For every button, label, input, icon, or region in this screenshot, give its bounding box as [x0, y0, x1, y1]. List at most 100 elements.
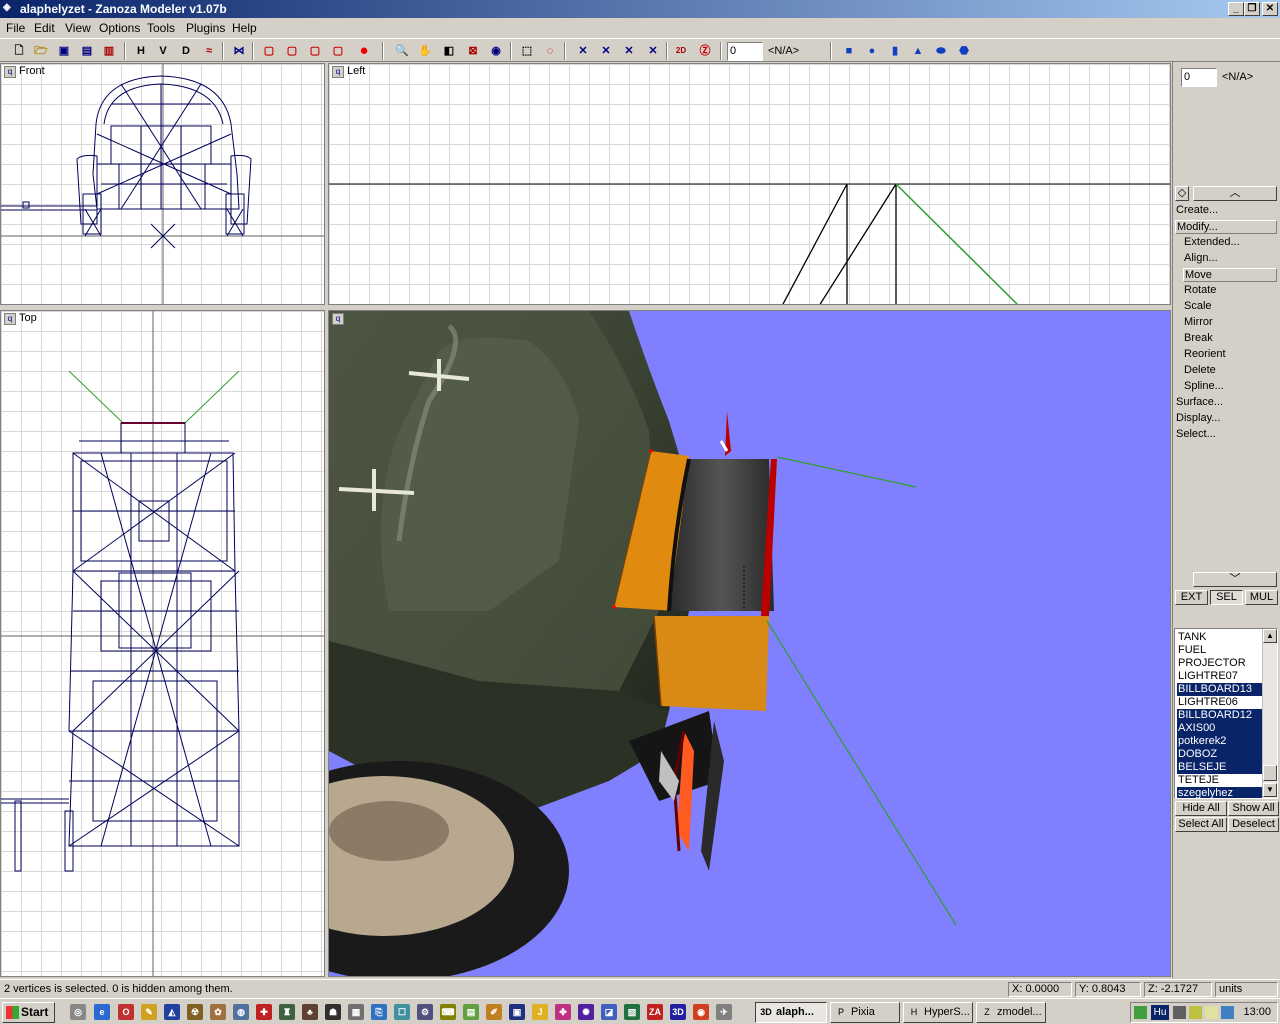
tray-app3-icon[interactable] [1221, 1006, 1234, 1019]
panel-item-align[interactable]: Align... [1183, 252, 1277, 264]
panel-item-surface[interactable]: Surface... [1175, 396, 1277, 408]
quicklaunch-app9-icon[interactable]: ✺ [578, 1004, 594, 1020]
value-spinner[interactable]: 0 [727, 42, 763, 61]
torus-primitive-icon[interactable]: ⬬ [932, 42, 950, 60]
quicklaunch-pen-icon[interactable]: ✐ [486, 1004, 502, 1020]
start-button[interactable]: Start [2, 1002, 55, 1023]
tray-app2-icon[interactable] [1189, 1006, 1202, 1019]
cone-primitive-icon[interactable]: ▲ [909, 42, 927, 60]
scroll-down-arrow-icon[interactable]: ▼ [1263, 783, 1277, 797]
panel-item-scale[interactable]: Scale [1183, 300, 1277, 312]
object-list-item[interactable]: LIGHTRE06 [1177, 696, 1263, 709]
zoom-icon[interactable]: 🔍 [393, 42, 411, 60]
object-list-scrollbar[interactable]: ▲ ▼ [1262, 629, 1277, 798]
network-tray-icon[interactable] [1134, 1006, 1147, 1019]
panel-item-mirror[interactable]: Mirror [1183, 316, 1277, 328]
cylinder-primitive-icon[interactable]: ▮ [886, 42, 904, 60]
view-h-button[interactable]: H [132, 42, 150, 60]
tray-app-icon[interactable] [1173, 1006, 1186, 1019]
object-list-item[interactable]: BILLBOARD12 [1177, 709, 1263, 722]
quicklaunch-app13-icon[interactable]: ✈ [716, 1004, 732, 1020]
quicklaunch-app12-icon[interactable]: ◉ [693, 1004, 709, 1020]
panel-item-break[interactable]: Break [1183, 332, 1277, 344]
taskbar-task[interactable]: P Pixia [830, 1002, 900, 1023]
quicklaunch-game-icon[interactable]: ✚ [256, 1004, 272, 1020]
quicklaunch-tank-icon[interactable]: ♜ [279, 1004, 295, 1020]
viewport-top[interactable]: q Top [0, 310, 325, 977]
taskbar-task[interactable]: H HyperS... [903, 1002, 973, 1023]
cube-primitive-icon[interactable]: ■ [840, 42, 858, 60]
object-list-item[interactable]: PROJECTOR [1177, 657, 1263, 670]
axis-mode-icon[interactable]: ✕ [644, 42, 662, 60]
quicklaunch-app-icon[interactable]: ♣ [302, 1004, 318, 1020]
quicklaunch-doc-icon[interactable]: J [532, 1004, 548, 1020]
box-textured-icon[interactable]: ▢ [329, 42, 347, 60]
quicklaunch-app11-icon[interactable]: ▧ [624, 1004, 640, 1020]
viewport-menu-icon[interactable]: q [4, 313, 16, 325]
panel-item-display[interactable]: Display... [1175, 412, 1277, 424]
object-list-item[interactable]: BILLBOARD13 [1177, 683, 1263, 696]
object-list-item[interactable]: AXIS00 [1177, 722, 1263, 735]
quicklaunch-tool-icon[interactable]: ☢ [187, 1004, 203, 1020]
object-list-item[interactable]: BELSEJE [1177, 761, 1263, 774]
select-all-button[interactable]: Select All [1175, 817, 1227, 832]
quicklaunch-desktop-icon[interactable]: ◎ [70, 1004, 86, 1020]
quicklaunch-3d-icon[interactable]: 3D [670, 1004, 686, 1020]
quicklaunch-app10-icon[interactable]: ◪ [601, 1004, 617, 1020]
object-list-item[interactable]: LIGHTRE07 [1177, 670, 1263, 683]
tab-ext[interactable]: EXT [1175, 590, 1208, 605]
object-list-item[interactable]: potkerek2 [1177, 735, 1263, 748]
menu-file[interactable]: File [6, 21, 25, 35]
viewport-menu-icon[interactable]: q [332, 313, 344, 325]
circle-select-icon[interactable]: ◌ [541, 42, 559, 60]
quicklaunch-app8-icon[interactable]: ✤ [555, 1004, 571, 1020]
box-smooth-icon[interactable]: ▢ [306, 42, 324, 60]
tab-sel[interactable]: SEL [1210, 590, 1243, 605]
tab-mul[interactable]: MUL [1245, 590, 1278, 605]
quicklaunch-save-icon[interactable]: ▣ [509, 1004, 525, 1020]
panel-item-spline[interactable]: Spline... [1183, 380, 1277, 392]
render-2d-3d-icon[interactable]: 2D [672, 42, 690, 60]
quicklaunch-app7-icon[interactable]: ⌨ [440, 1004, 456, 1020]
quicklaunch-ie-icon[interactable]: e [94, 1004, 110, 1020]
quicklaunch-cd-icon[interactable]: ◍ [233, 1004, 249, 1020]
quicklaunch-app6-icon[interactable]: ⚙ [417, 1004, 433, 1020]
scroll-down-button[interactable]: ﹀ [1193, 572, 1277, 587]
sphere-render-icon[interactable]: ● [355, 42, 373, 60]
panel-item-extended[interactable]: Extended... [1183, 236, 1277, 248]
new-file-icon[interactable]: 🗋 [10, 42, 28, 60]
zoom-region-icon[interactable]: ⊠ [464, 42, 482, 60]
viewport-menu-icon[interactable]: q [332, 66, 344, 78]
collapse-icon[interactable]: ◇ [1175, 186, 1189, 201]
face-mode-icon[interactable]: ✕ [620, 42, 638, 60]
scroll-up-arrow-icon[interactable]: ▲ [1263, 629, 1277, 643]
panel-item-create[interactable]: Create... [1175, 204, 1277, 216]
box-flat-icon[interactable]: ▢ [283, 42, 301, 60]
menu-help[interactable]: Help [232, 21, 257, 35]
viewport-perspective[interactable]: q [328, 310, 1171, 977]
taskbar-task[interactable]: 3D alaph... [755, 1002, 827, 1023]
panel-item-delete[interactable]: Delete [1183, 364, 1277, 376]
language-indicator[interactable]: Hu [1151, 1005, 1169, 1020]
object-list[interactable]: TANK FUEL PROJECTOR LIGHTRE07 BILLBOARD13 LIG… [1174, 628, 1278, 799]
object-list-item[interactable]: szegelyhez [1177, 787, 1263, 798]
save-as-icon[interactable]: ▤ [78, 42, 96, 60]
viewport-front[interactable]: q Front [0, 63, 325, 305]
pan-hand-icon[interactable]: ✋ [416, 42, 434, 60]
quicklaunch-app4-icon[interactable]: ⎘ [371, 1004, 387, 1020]
quicklaunch-app5-icon[interactable]: ☐ [394, 1004, 410, 1020]
wireframe-tool-icon[interactable]: ⋈ [230, 42, 248, 60]
panel-item-modify[interactable]: Modify... [1175, 220, 1277, 234]
camera-icon[interactable]: ◉ [487, 42, 505, 60]
vertex-mode-icon[interactable]: ✕ [574, 42, 592, 60]
panel-item-reorient[interactable]: Reorient [1183, 348, 1277, 360]
object-list-item[interactable]: TANK [1177, 631, 1263, 644]
z-tool-icon[interactable]: Ⓩ [696, 42, 714, 60]
menu-options[interactable]: Options [99, 21, 140, 35]
view-v-button[interactable]: V [154, 42, 172, 60]
curve-tool-icon[interactable]: ≈ [200, 42, 218, 60]
quicklaunch-paint-icon[interactable]: ✿ [210, 1004, 226, 1020]
minimize-button[interactable]: _ [1228, 2, 1244, 16]
volume-tray-icon[interactable] [1205, 1006, 1218, 1019]
open-folder-icon[interactable]: 🗁 [32, 42, 50, 60]
